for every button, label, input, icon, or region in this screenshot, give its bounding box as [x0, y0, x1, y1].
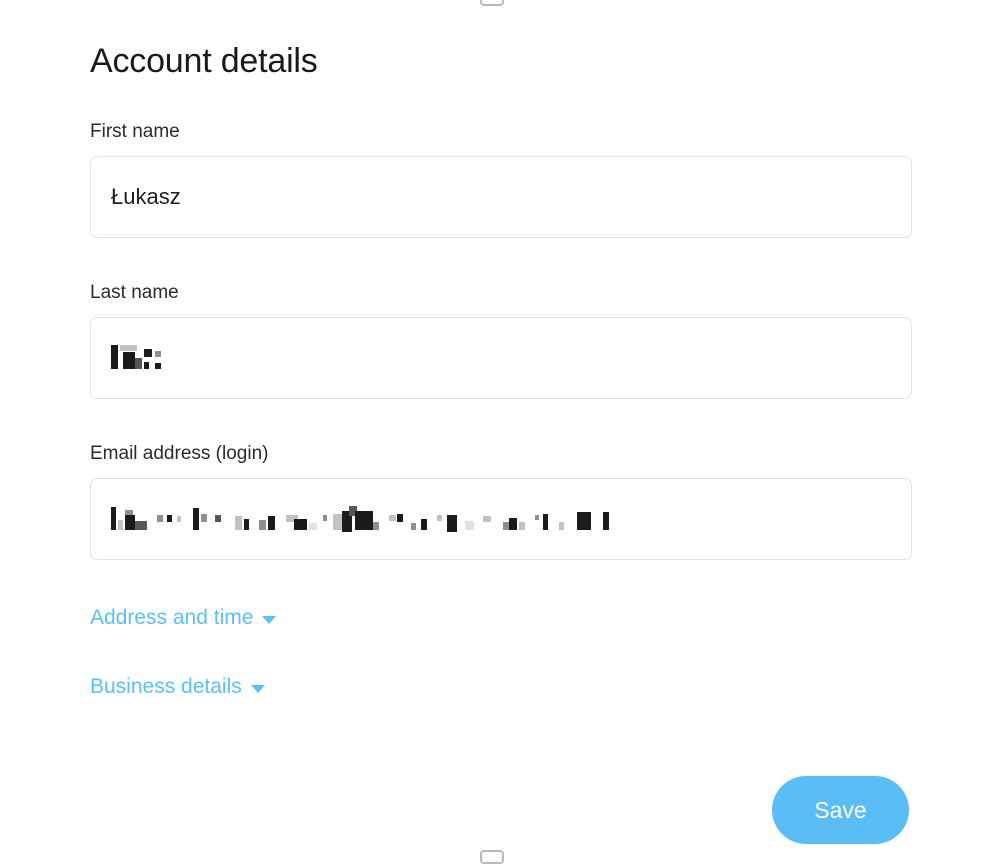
first-name-value: Łukasz — [111, 184, 181, 209]
disclosure-address-and-time[interactable]: Address and time — [90, 604, 277, 632]
account-details-page: Account details First name Łukasz Last n… — [0, 0, 984, 864]
email-address-value-redacted — [111, 506, 645, 532]
disclosure-business-details-label: Business details — [90, 675, 242, 698]
bottom-chrome-nub — [480, 850, 504, 864]
last-name-value-redacted — [111, 345, 171, 371]
email-address-input[interactable] — [90, 478, 912, 560]
top-chrome-nub — [480, 0, 504, 6]
page-title: Account details — [90, 41, 318, 80]
field-first-name: First name Łukasz — [90, 120, 912, 238]
save-button[interactable]: Save — [772, 776, 909, 844]
last-name-label: Last name — [90, 282, 179, 303]
caret-down-icon — [262, 615, 277, 624]
first-name-label: First name — [90, 121, 180, 142]
disclosure-business-details[interactable]: Business details — [90, 673, 265, 701]
field-last-name: Last name — [90, 281, 912, 399]
disclosure-address-and-time-label: Address and time — [90, 606, 254, 629]
email-address-label: Email address (login) — [90, 443, 269, 464]
field-email-address: Email address (login) — [90, 442, 912, 560]
caret-down-icon — [250, 684, 265, 693]
last-name-input[interactable] — [90, 317, 912, 399]
first-name-input[interactable]: Łukasz — [90, 156, 912, 238]
